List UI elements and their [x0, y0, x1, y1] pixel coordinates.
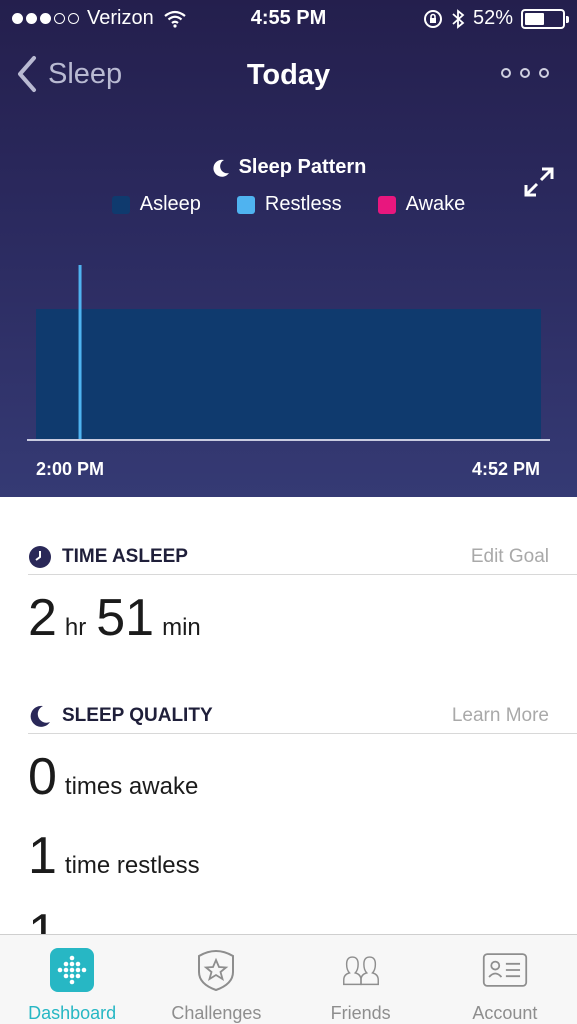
restless-count: 1: [28, 827, 57, 885]
bluetooth-icon: [452, 8, 465, 29]
tab-bar: Dashboard Challenges Friends Account: [0, 934, 577, 1024]
chart-legend: Asleep Restless Awake: [0, 193, 577, 216]
legend-label-asleep: Asleep: [139, 193, 201, 215]
legend-swatch-awake: [377, 195, 396, 214]
awake-label: times awake: [64, 773, 199, 800]
legend-asleep: Asleep: [111, 193, 201, 216]
sleep-quality-title: SLEEP QUALITY: [62, 704, 213, 726]
clock-icon: [29, 545, 51, 568]
battery-percent: 52%: [472, 7, 513, 29]
challenges-icon: [193, 947, 239, 993]
tab-label-challenges: Challenges: [171, 1003, 262, 1023]
quality-row-restless: 1 time restless: [28, 826, 210, 886]
tab-label-friends: Friends: [330, 1003, 391, 1023]
time-asleep-title: TIME ASLEEP: [62, 545, 188, 567]
sleep-quality-header: SLEEP QUALITY Learn More: [28, 698, 577, 734]
time-asleep-header: TIME ASLEEP Edit Goal: [28, 539, 577, 575]
moon-icon: [213, 159, 229, 177]
status-bar: Verizon 4:55 PM 52%: [0, 0, 577, 38]
legend-label-awake: Awake: [405, 193, 466, 215]
x-tick-start: 2:00 PM: [36, 459, 105, 479]
sleep-hero: Verizon 4:55 PM 52% Sleep Today Sleep Pa…: [0, 0, 577, 497]
nav-bar: Sleep Today: [0, 50, 577, 104]
more-options-button[interactable]: [501, 68, 549, 78]
legend-restless: Restless: [236, 193, 342, 216]
chart-title: Sleep Pattern: [0, 156, 577, 179]
sleep-segment-asleep: [36, 309, 541, 440]
tab-dashboard[interactable]: Dashboard: [0, 935, 144, 1024]
sleep-pattern-chart[interactable]: [0, 230, 577, 490]
legend-swatch-asleep: [111, 195, 130, 214]
minutes-unit: min: [162, 614, 201, 641]
learn-more-link[interactable]: Learn More: [452, 705, 549, 727]
chart-title-text: Sleep Pattern: [238, 156, 367, 178]
time-asleep-value: 2 hr 51 min: [28, 588, 211, 648]
legend-label-restless: Restless: [264, 193, 342, 215]
awake-count: 0: [28, 748, 57, 806]
tab-friends[interactable]: Friends: [289, 935, 433, 1024]
moon-icon: [30, 705, 50, 727]
dashboard-icon: [49, 947, 95, 993]
rotation-lock-icon: [423, 9, 442, 28]
legend-awake: Awake: [377, 193, 466, 216]
battery-icon: [521, 8, 569, 29]
minutes-value: 51: [96, 589, 155, 647]
page-title: Today: [246, 59, 331, 91]
friends-icon: [338, 947, 384, 993]
quality-row-awake: 0 times awake: [28, 747, 208, 807]
account-icon: [482, 947, 528, 993]
x-tick-end: 4:52 PM: [471, 459, 540, 479]
restless-label: time restless: [64, 852, 200, 879]
tab-account[interactable]: Account: [433, 935, 577, 1024]
tab-challenges[interactable]: Challenges: [144, 935, 288, 1024]
hours-unit: hr: [64, 614, 87, 641]
tab-label-account: Account: [472, 1003, 538, 1023]
tab-label-dashboard: Dashboard: [28, 1003, 117, 1023]
edit-goal-link[interactable]: Edit Goal: [471, 546, 549, 568]
hours-value: 2: [28, 589, 57, 647]
legend-swatch-restless: [236, 195, 255, 214]
